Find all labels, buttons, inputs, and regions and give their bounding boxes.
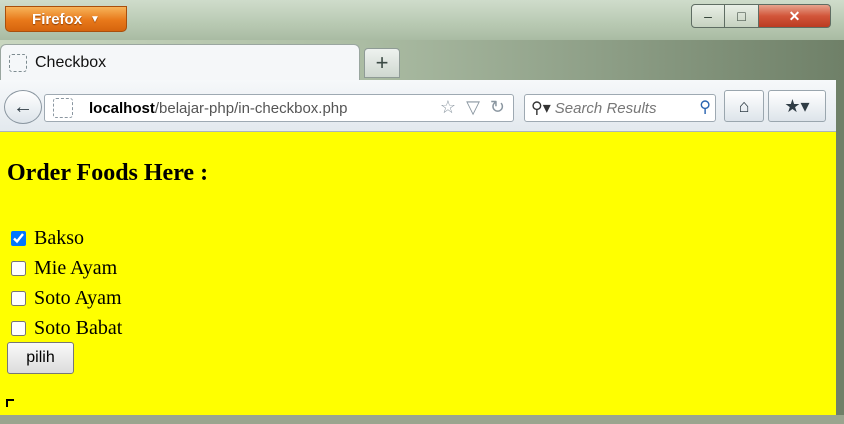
option-label: Bakso <box>34 227 84 249</box>
firefox-menu-button[interactable]: Firefox ▼ <box>5 6 127 32</box>
maximize-icon: □ <box>737 8 746 24</box>
window-border-bottom <box>0 415 844 424</box>
page-favicon-icon <box>9 53 27 72</box>
search-go-icon[interactable]: ⚲ <box>699 97 711 117</box>
search-input[interactable]: Search Results <box>555 100 657 117</box>
back-arrow-icon: ← <box>13 95 33 118</box>
plus-icon: + <box>375 50 389 75</box>
back-button[interactable]: ← <box>4 90 42 124</box>
navigation-toolbar: ← localhost /belajar-php/in-checkbox.php… <box>0 80 844 132</box>
checkbox-soto-ayam[interactable] <box>11 291 26 306</box>
url-host: localhost <box>89 99 155 117</box>
close-button[interactable]: ✕ <box>759 4 831 28</box>
bookmark-star-icon[interactable]: ☆ <box>440 97 456 118</box>
page-content: Order Foods Here : Bakso Mie Ayam Soto A… <box>0 132 836 415</box>
maximize-button[interactable]: □ <box>725 4 759 28</box>
tab-strip: Checkbox + <box>0 40 844 80</box>
chevron-down-icon: ▼ <box>90 13 100 25</box>
minimize-button[interactable]: – <box>691 4 725 28</box>
search-engine-icon[interactable]: ⚲▾ <box>531 98 551 118</box>
option-mie-ayam[interactable]: Mie Ayam <box>11 257 117 280</box>
url-actions: ☆ ▽ ↻ <box>440 97 505 118</box>
tab-label: Checkbox <box>35 53 107 71</box>
window-border <box>836 80 844 424</box>
close-icon: ✕ <box>788 7 801 24</box>
option-label: Mie Ayam <box>34 257 118 279</box>
checkbox-mie-ayam[interactable] <box>11 261 26 276</box>
checkbox-soto-babat[interactable] <box>11 321 26 336</box>
address-bar[interactable]: localhost /belajar-php/in-checkbox.php ☆… <box>44 94 514 122</box>
site-identity-icon[interactable] <box>53 98 73 118</box>
reload-icon[interactable]: ↻ <box>490 97 505 118</box>
bookmarks-button[interactable]: ★▾ <box>768 90 826 122</box>
search-box[interactable]: ⚲▾ Search Results ⚲ <box>524 94 716 122</box>
url-path: /belajar-php/in-checkbox.php <box>154 99 348 117</box>
option-label: Soto Ayam <box>34 287 122 309</box>
browser-window: Firefox ▼ – □ ✕ Checkbox + ← localhost /… <box>0 0 844 424</box>
checkbox-bakso[interactable] <box>11 231 26 246</box>
home-button[interactable]: ⌂ <box>724 90 764 122</box>
option-soto-ayam[interactable]: Soto Ayam <box>11 287 122 310</box>
page-heading: Order Foods Here : <box>7 160 209 186</box>
title-bar: Firefox ▼ – □ ✕ <box>0 0 844 40</box>
bookmarks-menu-icon: ★▾ <box>784 95 810 116</box>
new-tab-button[interactable]: + <box>364 48 400 78</box>
submit-button[interactable]: pilih <box>7 342 74 374</box>
option-label: Soto Babat <box>34 317 123 339</box>
history-dropdown-icon[interactable]: ▽ <box>466 97 480 118</box>
option-bakso[interactable]: Bakso <box>11 227 84 250</box>
tab-checkbox[interactable]: Checkbox <box>0 44 360 80</box>
firefox-menu-label: Firefox <box>32 10 83 28</box>
minimize-icon: – <box>704 8 712 24</box>
option-soto-babat[interactable]: Soto Babat <box>11 317 122 340</box>
mouse-cursor-icon <box>6 399 14 407</box>
home-icon: ⌂ <box>738 95 750 116</box>
